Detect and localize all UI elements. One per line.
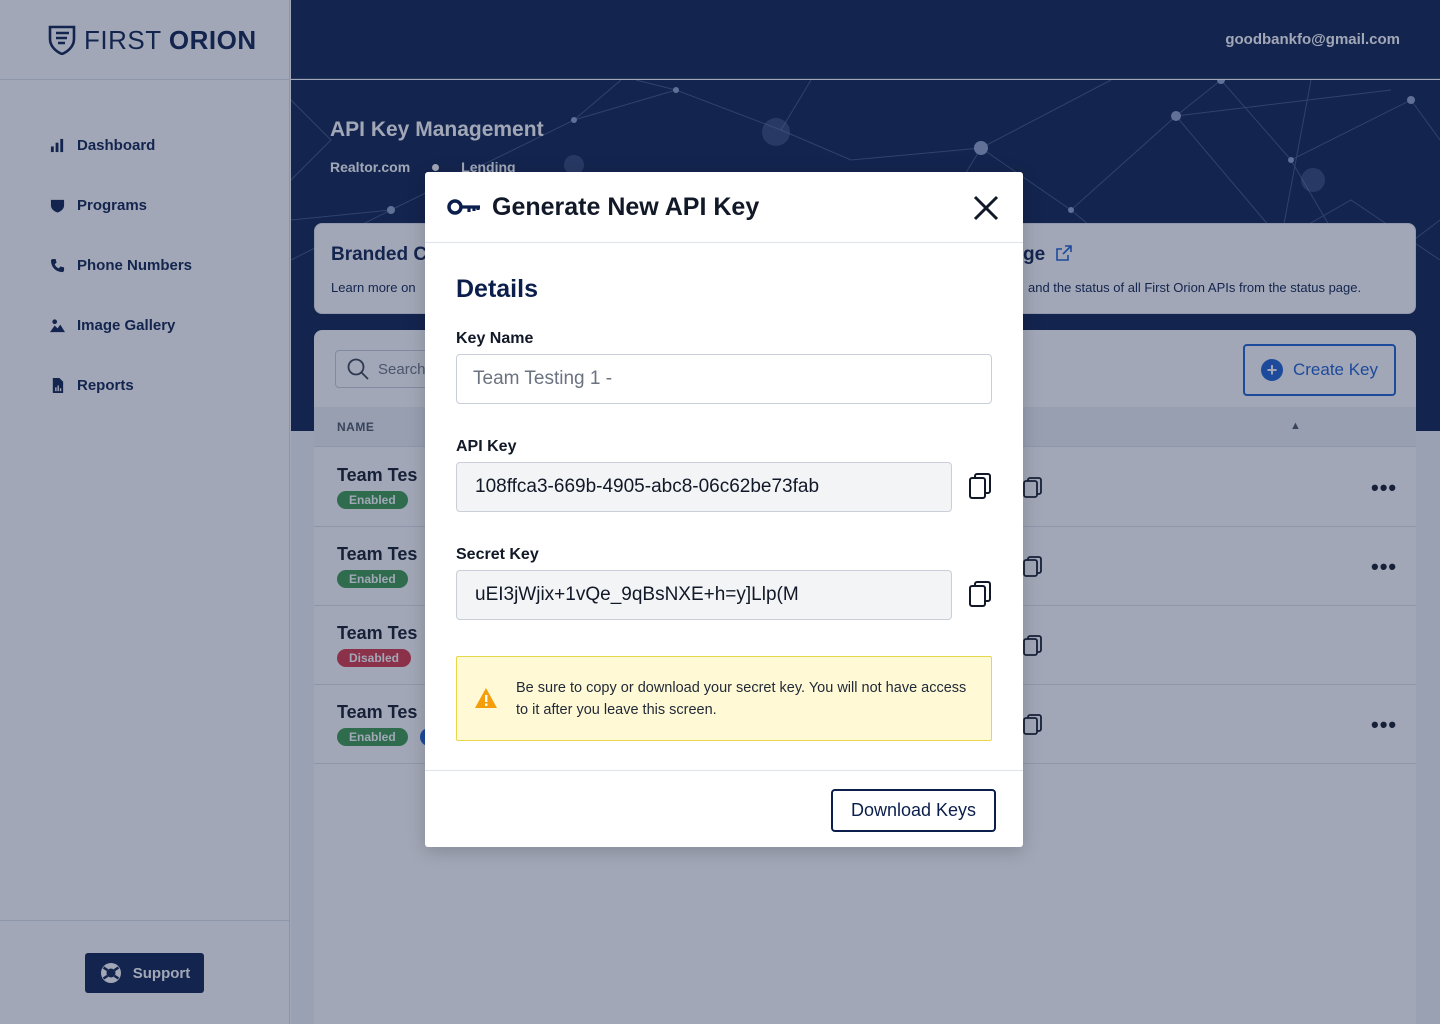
modal-footer-divider: [425, 770, 1023, 771]
secret-key-label: Secret Key: [456, 546, 539, 563]
copy-icon: [969, 581, 991, 607]
download-keys-button[interactable]: Download Keys: [831, 789, 996, 832]
copy-secret-key-button[interactable]: [967, 580, 993, 608]
copy-api-key-button[interactable]: [967, 472, 993, 500]
key-name-input[interactable]: Team Testing 1 -: [456, 354, 992, 404]
api-key-label: API Key: [456, 438, 517, 455]
key-name-label: Key Name: [456, 330, 534, 347]
secret-key-warning: Be sure to copy or download your secret …: [456, 656, 992, 741]
secret-key-field[interactable]: uEI3jWjix+1vQe_9qBsNXE+h=y]Llp(M: [456, 570, 952, 620]
details-heading: Details: [456, 275, 538, 303]
generate-api-key-modal: Generate New API Key Details Key Name Te…: [425, 172, 1023, 847]
warning-icon: [475, 688, 497, 708]
close-icon: [973, 195, 999, 221]
warning-text: Be sure to copy or download your secret …: [516, 680, 967, 718]
api-key-field[interactable]: 108ffca3-669b-4905-abc8-06c62be73fab: [456, 462, 952, 512]
modal-header: Generate New API Key: [425, 172, 1023, 243]
copy-icon: [969, 473, 991, 499]
close-button[interactable]: [971, 193, 1001, 223]
key-icon: [447, 199, 480, 215]
modal-title: Generate New API Key: [492, 193, 760, 221]
